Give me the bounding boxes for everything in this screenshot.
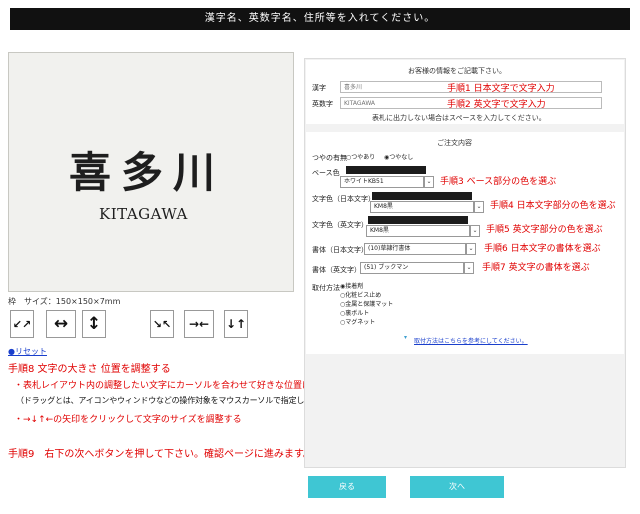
mount-option-adhesive[interactable]: ◉接着剤 [340,281,363,290]
step8-title: 手順8 文字の大きさ 位置を調整する [8,364,171,375]
chevron-down-icon[interactable]: ⌄ [466,243,476,255]
shrink-vertical-icon: ↓↑ [225,317,247,331]
step5-note: 手順5 英文字部分の色を選ぶ [486,225,603,235]
expand-diagonal-icon: ↙↗ [12,317,32,331]
shrink-diagonal-button[interactable]: ↘↖ [150,310,174,338]
widen-button[interactable]: ↔ [46,310,76,338]
jp-font-label: 書体（日本文字） [312,246,368,254]
base-color-label: ベース色 [312,169,340,177]
preview-roman-text[interactable]: KITAGAWA [99,205,188,223]
size-label: 枠 サイズ：150×150×7mm [8,297,121,306]
step6-note: 手順6 日本文字の書体を選ぶ [484,244,601,254]
chevron-down-icon[interactable]: ⌄ [470,225,480,237]
page-header: 漢字名、英数字名、住所等を入れてください。 [10,8,630,30]
step4-note: 手順4 日本文字部分の色を選ぶ [490,201,616,211]
mount-option-magnet[interactable]: ○マグネット [340,317,375,326]
en-font-label: 書体（英文字） [312,266,361,274]
mount-option-screw[interactable]: ○化粧ビス止め [340,290,381,299]
expand-vertical-icon: ↕ [86,314,102,334]
info-icon: ▾ [404,334,408,341]
order-details-heading: ご注文内容 [437,139,472,147]
shrink-horizontal-icon: →← [188,317,210,331]
gloss-option-off[interactable]: ◉つやなし [384,152,413,161]
step7-note: 手順7 英文字の書体を選ぶ [482,263,590,273]
expand-horizontal-icon: ↔ [53,314,69,334]
jp-text-color-select[interactable]: KM8黒 [370,201,474,213]
en-font-select[interactable]: (51) ブックマン [360,262,464,274]
nameplate-preview: 喜多川 KITAGAWA [8,52,294,292]
flatten-button[interactable]: ↓↑ [224,310,248,338]
gloss-option-on[interactable]: ○つやあり [346,152,375,161]
mount-method-link[interactable]: 取付方法はこちらを参考にしてください。 [414,336,528,345]
en-text-color-select[interactable]: KM8黒 [366,225,470,237]
narrow-button[interactable]: →← [184,310,214,338]
mount-option-metal-mat[interactable]: ○金属と保護マット [340,299,393,308]
en-text-color-swatch [368,216,468,224]
gloss-label: つやの有無 [312,154,347,162]
back-button[interactable]: 戻る [308,476,386,498]
mount-option-back-bolt[interactable]: ○裏ボルト [340,308,369,317]
reset-link[interactable]: ●リセット [8,346,47,357]
jp-font-select[interactable]: (10)草隷行書体 [364,243,466,255]
heighten-button[interactable]: ↕ [82,310,106,338]
next-button[interactable]: 次へ [410,476,504,498]
step3-note: 手順3 ベース部分の色を選ぶ [440,177,557,187]
chevron-down-icon[interactable]: ⌄ [474,201,484,213]
jp-text-color-label: 文字色（日本文字） [312,195,375,203]
space-hint: 表札に出力しない場合はスペースを入力してください。 [372,114,546,122]
jp-text-color-swatch [372,192,472,200]
en-text-color-label: 文字色（英文字） [312,221,368,229]
shrink-diagonal-icon: ↘↖ [152,317,172,331]
base-color-swatch [346,166,426,174]
enlarge-diagonal-button[interactable]: ↙↗ [10,310,34,338]
step1-note: 手順1 日本文字で文字入力 [447,84,555,94]
mount-method-label: 取付方法 [312,284,340,292]
step2-note: 手順2 英文字で文字入力 [447,100,546,110]
kanji-label: 漢字 [312,84,326,92]
chevron-down-icon[interactable]: ⌄ [424,176,434,188]
step8-arrow-note: ・→↓↑←の矢印をクリックして文字のサイズを調整する [14,415,242,425]
step9-note: 手順9 右下の次へボタンを押して下さい。確認ページに進みます。 [8,449,313,460]
customer-info-heading: お客様の情報をご記載下さい。 [408,67,506,75]
preview-kanji-text[interactable]: 喜多川 [69,139,225,200]
base-color-select[interactable]: ホワイトKB51 [340,176,424,188]
english-label: 英数字 [312,100,333,108]
chevron-down-icon[interactable]: ⌄ [464,262,474,274]
